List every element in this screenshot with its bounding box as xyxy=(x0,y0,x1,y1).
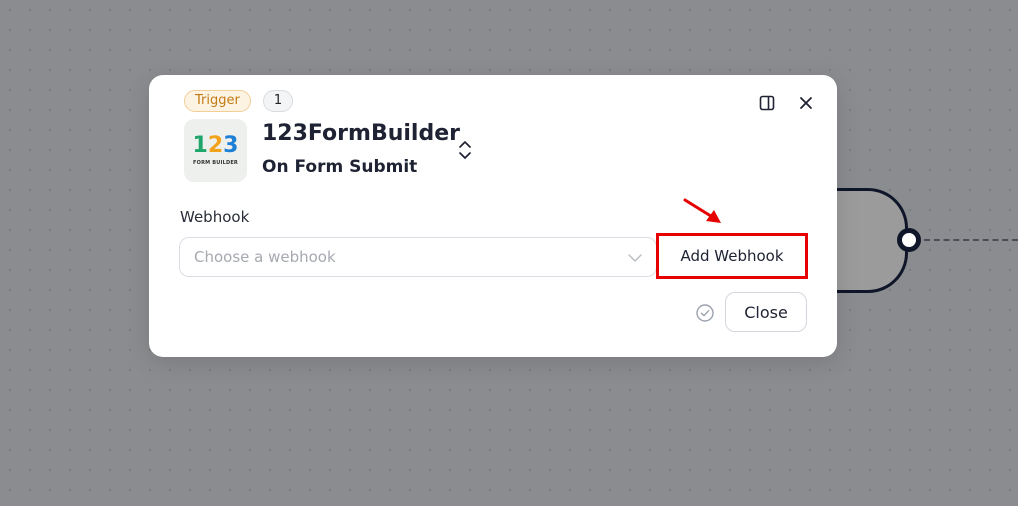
step-number-badge: 1 xyxy=(263,90,293,112)
app-logo: 1 2 3 FORM BUILDER xyxy=(184,119,247,182)
check-circle-icon xyxy=(695,303,715,323)
trigger-badge: Trigger xyxy=(184,90,251,112)
sidebar-panel-icon[interactable] xyxy=(758,94,776,112)
webhook-select-placeholder: Choose a webhook xyxy=(194,248,336,266)
canvas-edge-dashed xyxy=(924,239,1018,241)
webhook-select[interactable]: Choose a webhook xyxy=(179,237,657,277)
canvas-node-port[interactable] xyxy=(897,228,921,252)
chevron-up-down-icon[interactable] xyxy=(457,139,473,161)
logo-caption: FORM BUILDER xyxy=(193,160,238,166)
logo-digit-3: 3 xyxy=(223,133,239,158)
trigger-event-name: On Form Submit xyxy=(262,157,418,177)
close-icon[interactable] xyxy=(797,94,815,112)
logo-digit-2: 2 xyxy=(207,133,224,158)
add-webhook-button[interactable]: Add Webhook xyxy=(656,233,808,279)
logo-digit-1: 1 xyxy=(192,133,208,158)
chevron-down-icon xyxy=(628,250,642,264)
annotation-arrow-icon xyxy=(683,198,721,223)
app-title: 123FormBuilder xyxy=(262,121,460,146)
trigger-config-modal: Trigger 1 1 2 3 FORM BUILDER 123FormBuil… xyxy=(149,75,837,357)
webhook-field-label: Webhook xyxy=(180,208,250,226)
close-button[interactable]: Close xyxy=(725,292,807,332)
